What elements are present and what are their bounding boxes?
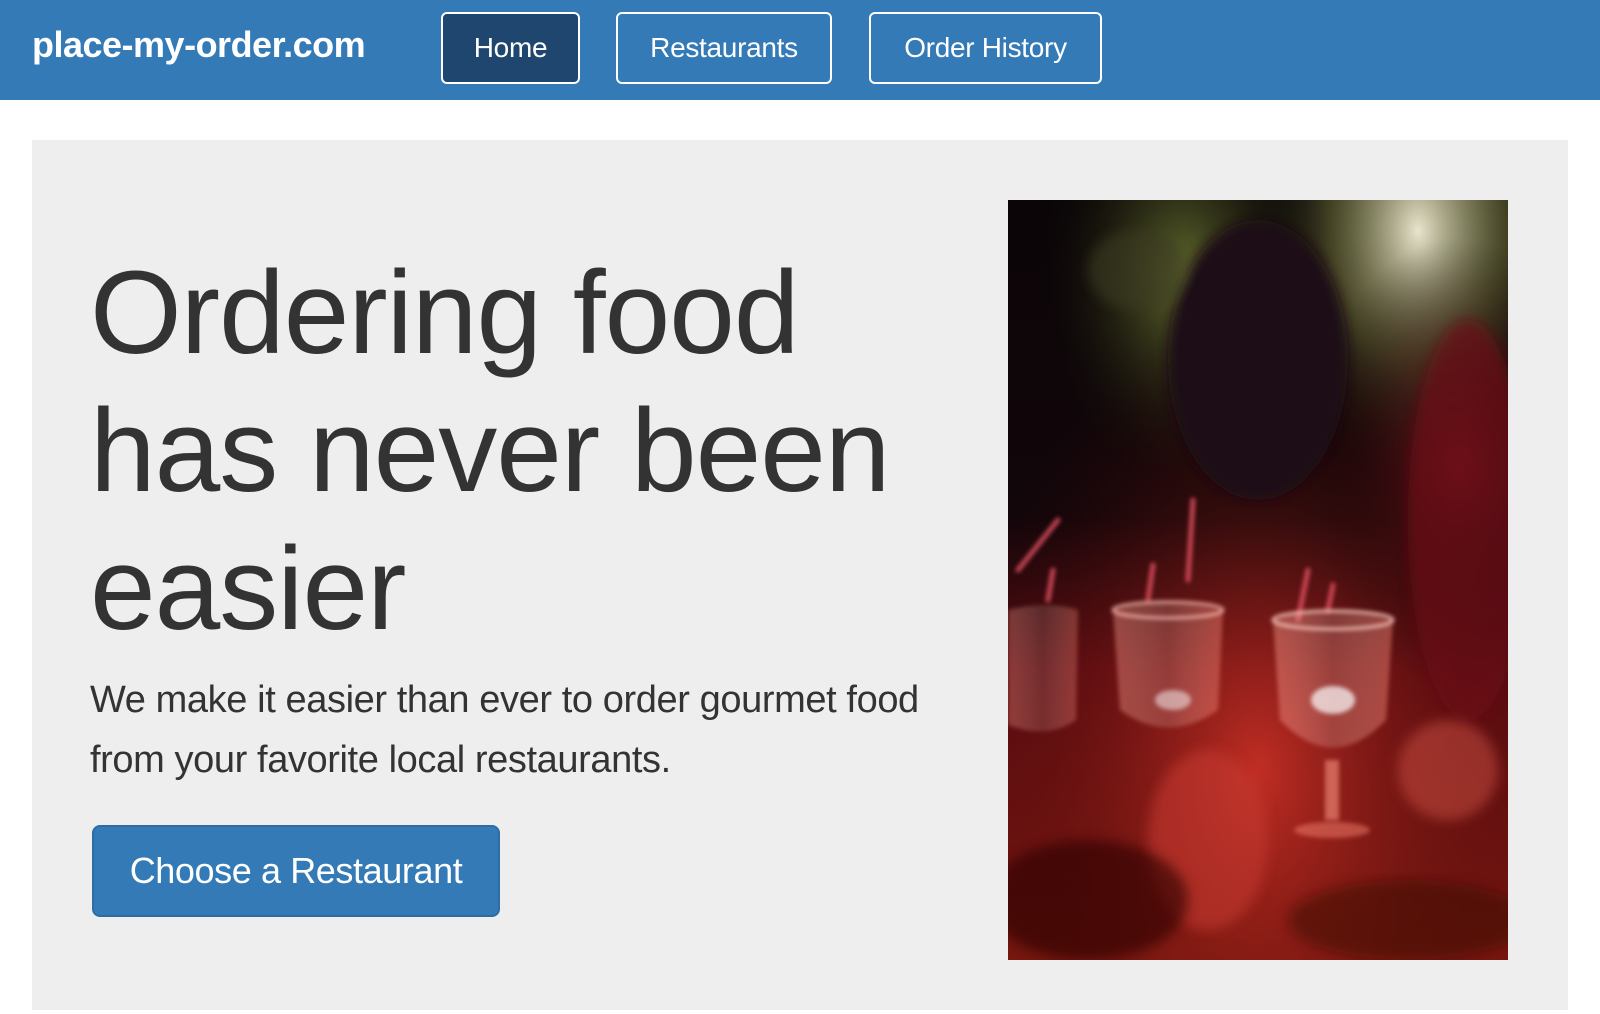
hero-lead-text: We make it easier than ever to order gou… — [90, 679, 919, 781]
brand-logo[interactable]: place-my-order.com — [32, 24, 366, 66]
nav-restaurants-button[interactable]: Restaurants — [616, 12, 832, 84]
hero-jumbotron: Ordering food has never been easier We m… — [32, 140, 1568, 1010]
restaurant-photo-illustration — [1008, 200, 1508, 960]
choose-restaurant-button[interactable]: Choose a Restaurant — [92, 825, 500, 917]
nav-home-button[interactable]: Home — [441, 12, 580, 84]
navbar: place-my-order.com Home Restaurants Orde… — [0, 0, 1600, 100]
hero-headline: Ordering food has never been easier — [90, 247, 891, 655]
restaurant-photo — [1008, 200, 1508, 960]
nav-order-history-button[interactable]: Order History — [869, 12, 1102, 84]
